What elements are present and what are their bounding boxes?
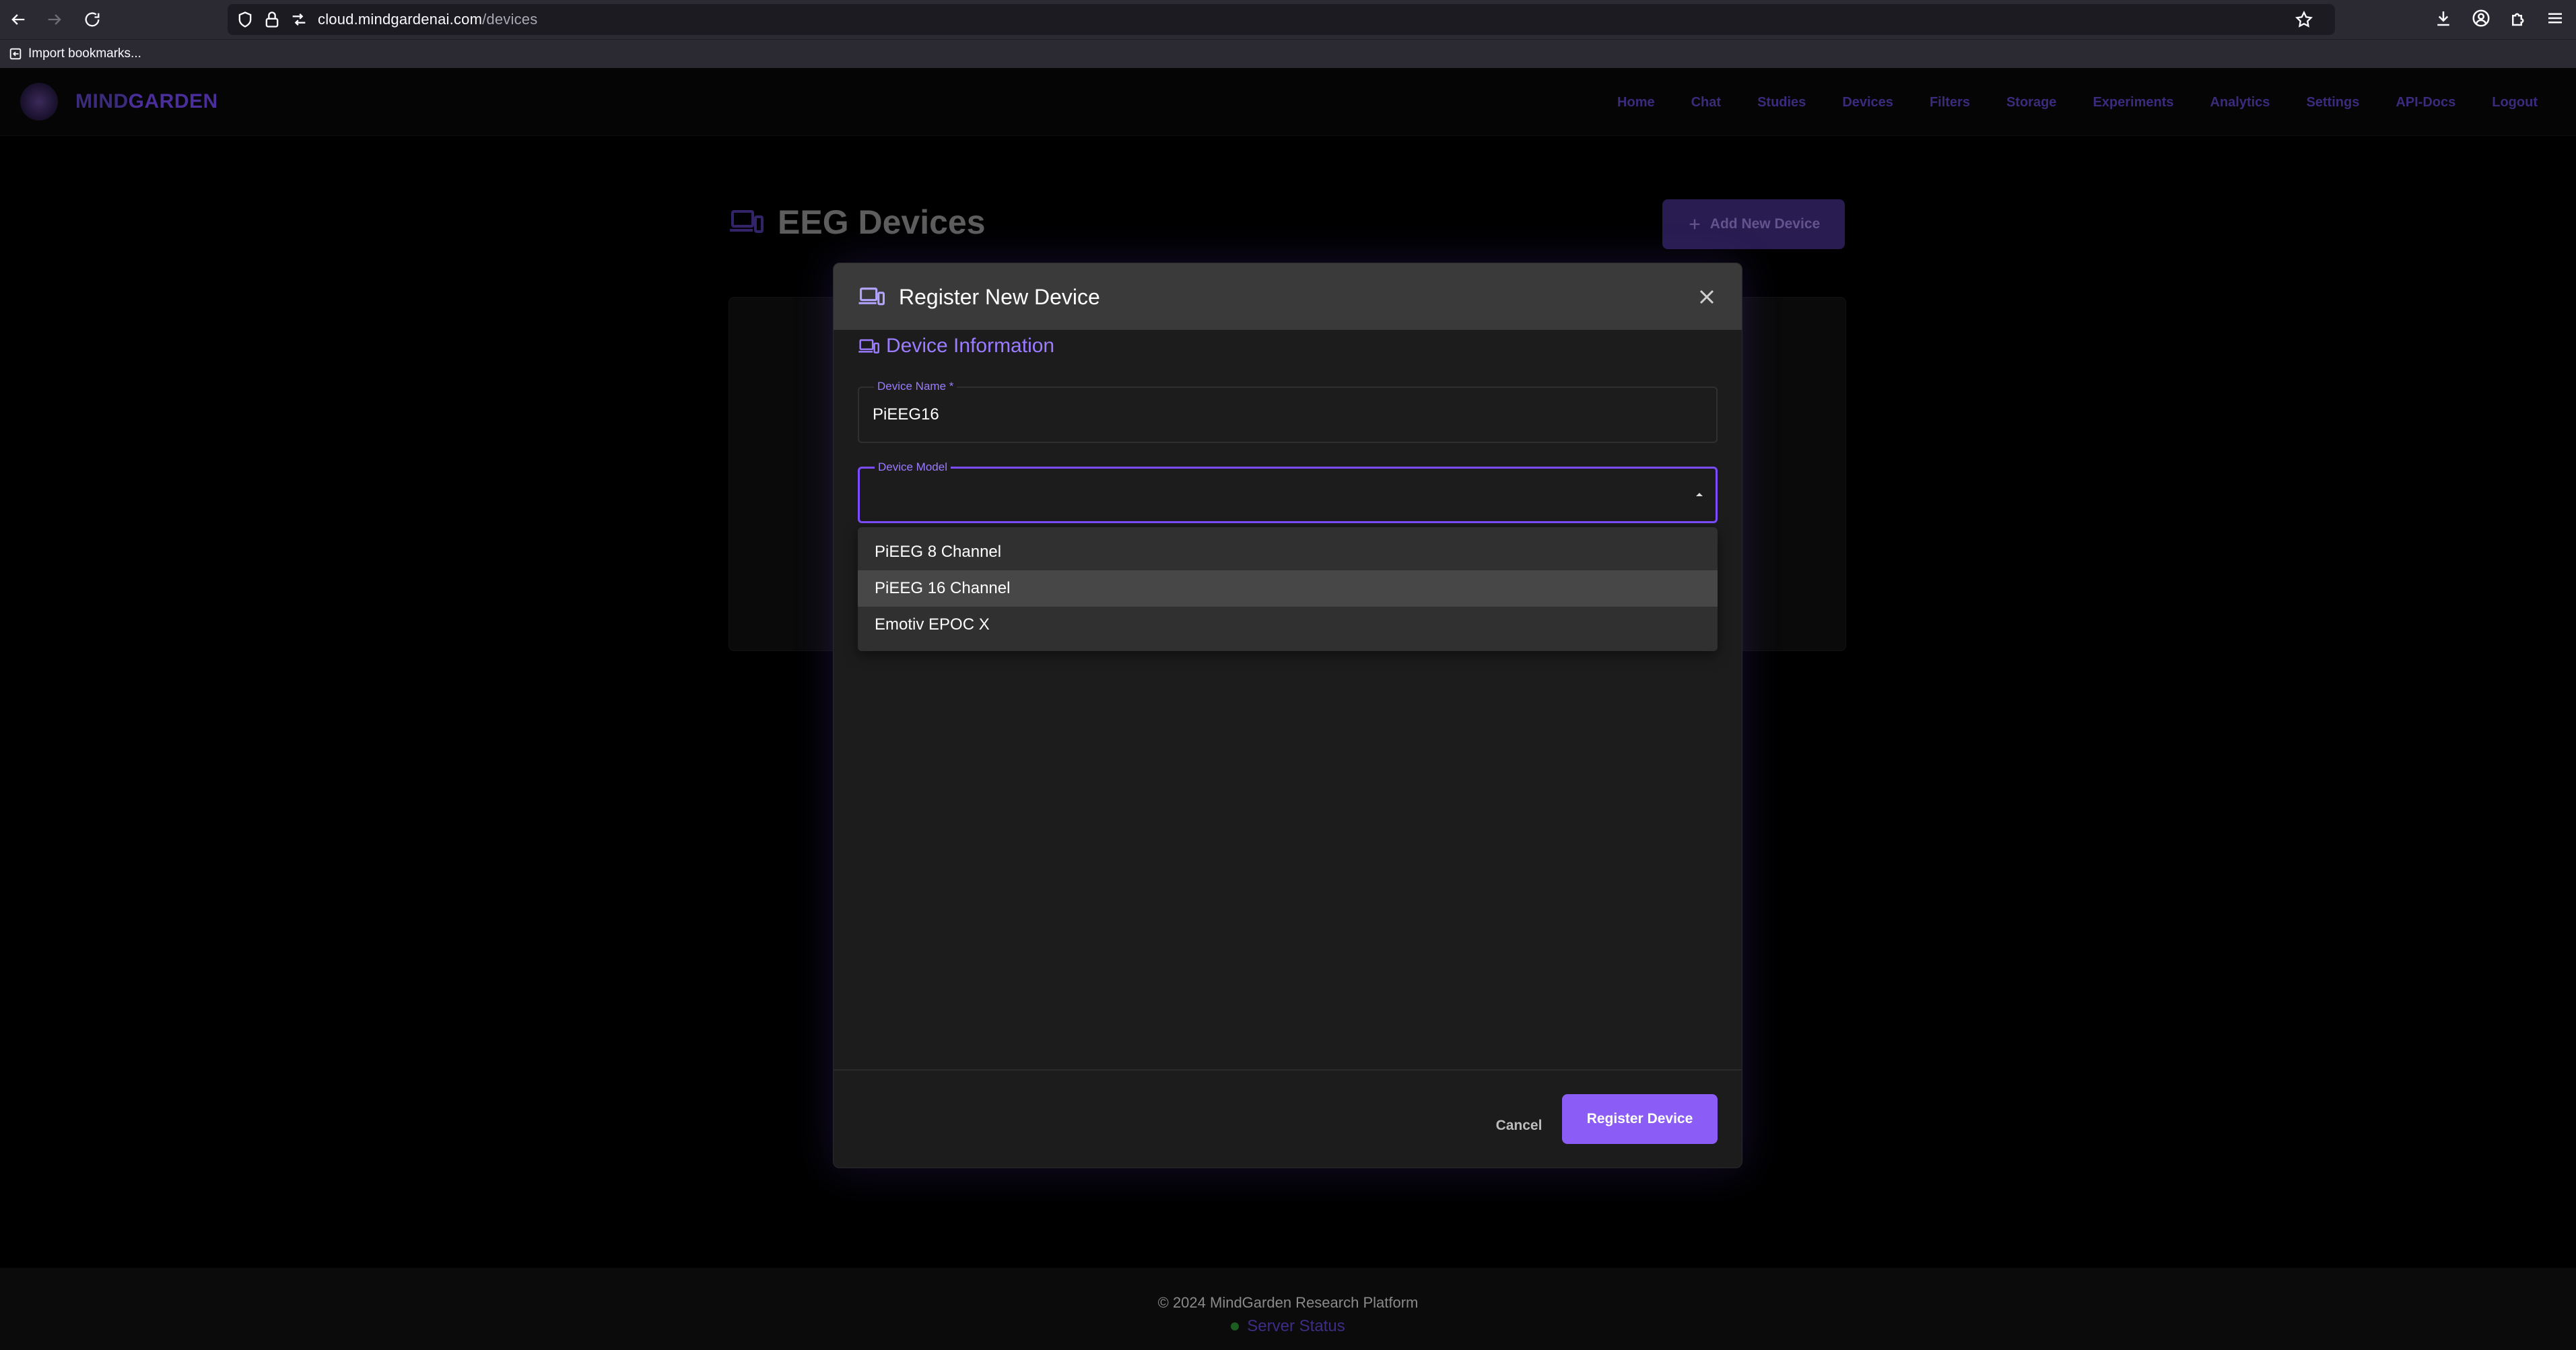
device-name-label: Device Name * (874, 379, 957, 394)
hamburger-icon (2548, 13, 2562, 24)
download-icon (2437, 11, 2449, 26)
brand-name[interactable]: MINDGARDEN (75, 90, 218, 114)
device-model-select[interactable]: Device Model (858, 460, 1718, 523)
option-pieeg-8[interactable]: PiEEG 8 Channel (858, 534, 1718, 570)
device-model-options: PiEEG 8 Channel PiEEG 16 Channel Emotiv … (858, 527, 1718, 651)
import-bookmarks-label: Import bookmarks... (28, 46, 141, 61)
puzzle-icon (2512, 13, 2524, 26)
lock-icon[interactable] (263, 10, 281, 29)
arrow-right-icon (48, 14, 61, 25)
dialog-header: Register New Device (834, 263, 1742, 330)
shield-icon[interactable] (236, 10, 255, 29)
main-nav: Home Chat Studies Devices Filters Storag… (1599, 92, 2556, 112)
caret-up-icon[interactable] (1693, 489, 1706, 500)
app-header: MINDGARDEN Home Chat Studies Devices Fil… (0, 68, 2576, 136)
cancel-button[interactable]: Cancel (1477, 1104, 1561, 1148)
devices-icon (858, 288, 885, 306)
import-icon (9, 48, 22, 60)
brand-logo-icon[interactable] (20, 83, 58, 121)
reload-icon (85, 12, 100, 27)
nav-settings[interactable]: Settings (2288, 92, 2377, 112)
brand-part-1: MIND (75, 90, 129, 112)
option-emotiv-epoc-x[interactable]: Emotiv EPOC X (858, 607, 1718, 643)
permissions-icon[interactable] (290, 10, 308, 29)
register-device-button[interactable]: Register Device (1562, 1094, 1718, 1144)
address-bar[interactable]: cloud.mindgardenai.com/devices (228, 4, 2335, 35)
nav-experiments[interactable]: Experiments (2074, 92, 2192, 112)
device-model-label: Device Model (875, 460, 951, 475)
account-button[interactable] (2471, 8, 2494, 31)
device-name-value[interactable]: PiEEG16 (873, 404, 939, 426)
nav-chat[interactable]: Chat (1673, 92, 1739, 112)
reload-button[interactable] (79, 7, 105, 32)
device-name-field[interactable]: Device Name * PiEEG16 (858, 379, 1718, 443)
dialog-divider (834, 1069, 1742, 1071)
close-icon[interactable] (1695, 285, 1719, 309)
nav-analytics[interactable]: Analytics (2192, 92, 2289, 112)
server-status[interactable]: Server Status (0, 1316, 2576, 1337)
extensions-button[interactable] (2509, 8, 2532, 31)
dialog-title: Register New Device (899, 285, 1100, 309)
option-pieeg-16[interactable]: PiEEG 16 Channel (858, 570, 1718, 607)
bookmarks-bar: Import bookmarks... (0, 39, 2576, 69)
section-title: Device Information (886, 335, 1055, 357)
nav-logout[interactable]: Logout (2474, 92, 2556, 112)
server-status-label[interactable]: Server Status (1247, 1316, 1345, 1337)
import-bookmarks-link[interactable]: Import bookmarks... (8, 45, 141, 63)
arrow-left-icon (11, 14, 25, 25)
brand-part-2: GARDEN (128, 90, 218, 112)
nav-home[interactable]: Home (1599, 92, 1673, 112)
browser-chrome: cloud.mindgardenai.com/devices Import bo… (0, 0, 2576, 69)
status-dot-icon (1231, 1322, 1240, 1330)
register-device-dialog: Register New Device Device Information D… (833, 263, 1742, 1168)
nav-api-docs[interactable]: API-Docs (2377, 92, 2474, 112)
account-icon (2472, 9, 2490, 27)
devices-icon (858, 339, 879, 353)
bookmark-star-icon[interactable] (2295, 10, 2313, 29)
back-button[interactable] (5, 7, 31, 32)
downloads-button[interactable] (2433, 8, 2456, 31)
url-path: /devices (482, 11, 538, 28)
forward-button[interactable] (42, 7, 67, 32)
copyright-text: © 2024 MindGarden Research Platform (1157, 1294, 1419, 1311)
nav-studies[interactable]: Studies (1739, 92, 1824, 112)
nav-filters[interactable]: Filters (1911, 92, 1988, 112)
nav-storage[interactable]: Storage (1988, 92, 2074, 112)
menu-button[interactable] (2545, 8, 2568, 31)
toolbar: cloud.mindgardenai.com/devices (0, 0, 2576, 39)
nav-devices[interactable]: Devices (1824, 92, 1911, 112)
page-footer: © 2024 MindGarden Research Platform Serv… (0, 1268, 2576, 1350)
url-host: cloud.mindgardenai.com (318, 11, 483, 28)
url-text[interactable]: cloud.mindgardenai.com/devices (318, 10, 537, 29)
